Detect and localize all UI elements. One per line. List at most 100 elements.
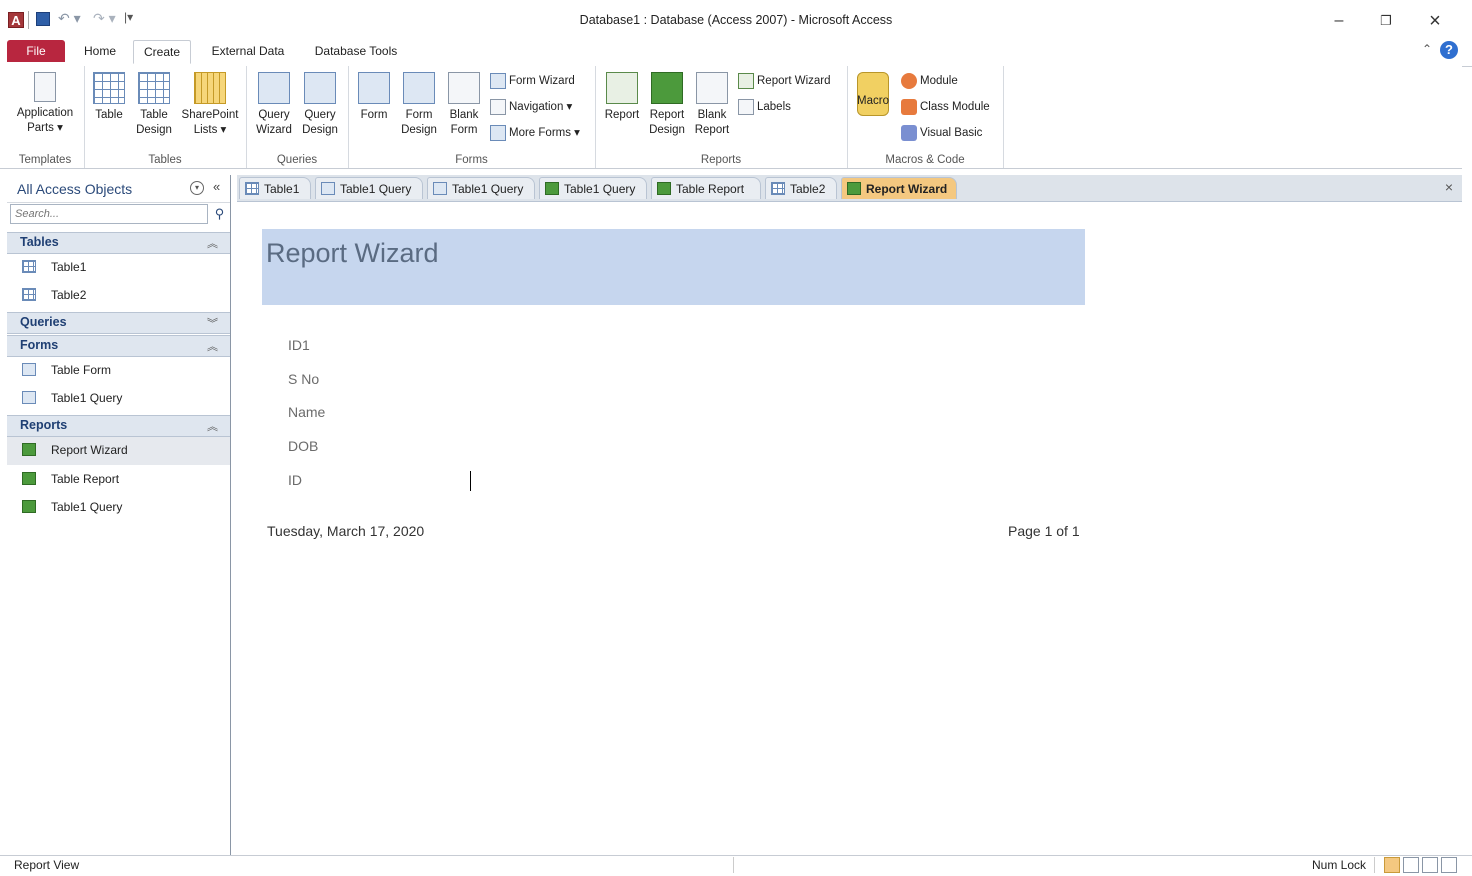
report-wizard-label: Report Wizard — [757, 75, 831, 87]
nav-item-label: Table1 — [51, 260, 87, 274]
group-label-reports: Reports — [700, 154, 742, 166]
nav-item-label: Table2 — [51, 288, 87, 302]
report-icon — [545, 182, 559, 195]
nav-item-table-form[interactable]: Table Form — [7, 357, 230, 385]
blank-form-button[interactable]: Blank Form — [444, 72, 484, 138]
doc-tab-table1-query-3[interactable]: Table1 Query — [539, 177, 647, 199]
nav-item-table2[interactable]: Table2 — [7, 282, 230, 310]
doc-tab-label: Table1 Query — [564, 182, 636, 196]
report-design-button[interactable]: Report Design — [645, 72, 689, 138]
more-forms-button[interactable]: More Forms ▾ — [490, 124, 580, 142]
tab-home[interactable]: Home — [78, 40, 122, 62]
report-wizard-button[interactable]: Report Wizard — [738, 72, 831, 90]
blank-report-label-2: Report — [694, 124, 730, 136]
help-icon[interactable]: ? — [1440, 41, 1458, 59]
labels-icon — [738, 98, 754, 115]
group-label-queries: Queries — [276, 154, 318, 166]
report-field-dob: DOB — [288, 438, 319, 454]
nav-item-table1-query-report[interactable]: Table1 Query — [7, 494, 230, 522]
nav-group-queries[interactable]: Queries ︾ — [7, 312, 230, 334]
report-design-icon — [651, 72, 683, 104]
visual-basic-label: Visual Basic — [920, 127, 983, 139]
nav-group-forms[interactable]: Forms ︽ — [7, 335, 230, 357]
form-wizard-button[interactable]: Form Wizard — [490, 72, 575, 90]
blank-form-label-2: Form — [450, 124, 478, 136]
macro-button[interactable]: Macro — [853, 72, 893, 116]
tab-external-data[interactable]: External Data — [205, 40, 291, 62]
report-field-name: Name — [288, 404, 326, 420]
shutter-bar-close-icon[interactable]: « — [213, 179, 220, 194]
nav-menu-dropdown-icon[interactable]: ▾ — [190, 181, 204, 195]
search-icon[interactable]: ⚲ — [210, 204, 229, 224]
group-label-templates: Templates — [18, 154, 72, 166]
table-label: Table — [95, 109, 123, 121]
minimize-button[interactable]: – — [1328, 10, 1350, 32]
table-button[interactable]: Table — [90, 72, 128, 123]
visual-basic-button[interactable]: Visual Basic — [901, 124, 982, 142]
navigation-icon — [490, 98, 506, 115]
module-button[interactable]: Module — [901, 72, 958, 90]
close-document-icon[interactable]: × — [1440, 179, 1458, 197]
tab-create[interactable]: Create — [133, 40, 191, 64]
navigation-button[interactable]: Navigation ▾ — [490, 98, 572, 116]
doc-tab-table1-query-1[interactable]: Table1 Query — [315, 177, 423, 199]
sharepoint-lists-label-1: SharePoint — [181, 109, 239, 121]
sharepoint-lists-icon — [194, 72, 226, 104]
form-icon — [22, 391, 36, 404]
query-wizard-button[interactable]: Query Wizard — [252, 72, 296, 138]
ribbon: Application Parts ▾ Templates Table Tabl… — [0, 66, 1462, 169]
labels-button[interactable]: Labels — [738, 98, 791, 116]
sharepoint-lists-button[interactable]: SharePoint Lists ▾ — [178, 72, 242, 138]
nav-group-reports[interactable]: Reports ︽ — [7, 415, 230, 437]
table-icon — [22, 260, 36, 273]
group-reports: Report Report Design Blank Report Report… — [595, 66, 848, 168]
class-module-button[interactable]: Class Module — [901, 98, 990, 116]
query-design-button[interactable]: Query Design — [298, 72, 342, 138]
doc-tab-table1-query-2[interactable]: Table1 Query — [427, 177, 535, 199]
collapse-ribbon-icon[interactable]: ⌃ — [1422, 42, 1432, 56]
application-parts-button[interactable]: Application Parts ▾ — [8, 72, 82, 136]
nav-item-table1-query-form[interactable]: Table1 Query — [7, 385, 230, 413]
report-button[interactable]: Report — [601, 72, 643, 123]
doc-tab-label: Table2 — [790, 182, 826, 196]
restore-button[interactable]: ❐ — [1375, 10, 1397, 32]
status-divider — [1374, 857, 1375, 873]
nav-item-label: Table Form — [51, 363, 112, 377]
blank-report-button[interactable]: Blank Report — [691, 72, 733, 138]
nav-group-tables-title: Tables — [20, 235, 59, 249]
nav-header[interactable]: All Access Objects ▾ « — [7, 175, 230, 203]
report-design-label-1: Report — [649, 109, 685, 121]
table-design-icon — [138, 72, 170, 104]
form-wizard-label: Form Wizard — [509, 75, 575, 87]
doc-tab-report-wizard[interactable]: Report Wizard — [841, 177, 957, 199]
doc-tab-table2[interactable]: Table2 — [765, 177, 837, 199]
doc-tab-label: Table1 Query — [452, 182, 524, 196]
print-preview-icon[interactable] — [1403, 857, 1419, 873]
tab-file[interactable]: File — [7, 40, 65, 62]
nav-group-tables[interactable]: Tables ︽ — [7, 232, 230, 254]
report-icon — [657, 182, 671, 195]
nav-item-report-wizard[interactable]: Report Wizard — [7, 437, 230, 465]
sharepoint-lists-label-2: Lists ▾ — [193, 124, 227, 136]
application-parts-label-2: Parts ▾ — [27, 122, 63, 134]
close-button[interactable]: × — [1424, 10, 1446, 32]
nav-search-input[interactable] — [10, 204, 208, 224]
tab-database-tools[interactable]: Database Tools — [306, 40, 406, 62]
layout-view-icon[interactable] — [1422, 857, 1438, 873]
doc-tab-table-report[interactable]: Table Report — [651, 177, 761, 199]
doc-tab-table1[interactable]: Table1 — [239, 177, 311, 199]
nav-group-reports-title: Reports — [20, 418, 68, 432]
nav-title[interactable]: All Access Objects — [17, 181, 132, 197]
design-view-icon[interactable] — [1441, 857, 1457, 873]
nav-item-table1[interactable]: Table1 — [7, 254, 230, 282]
nav-item-label: Table Report — [51, 472, 120, 486]
nav-item-label: Table1 Query — [51, 391, 123, 405]
report-icon — [847, 182, 861, 195]
report-view-icon[interactable] — [1384, 857, 1400, 873]
nav-item-table-report[interactable]: Table Report — [7, 466, 230, 494]
form-design-button[interactable]: Form Design — [398, 72, 440, 138]
form-button[interactable]: Form — [356, 72, 392, 123]
table-design-button[interactable]: Table Design — [134, 72, 174, 138]
module-label: Module — [920, 75, 958, 87]
report-label: Report — [604, 109, 640, 121]
